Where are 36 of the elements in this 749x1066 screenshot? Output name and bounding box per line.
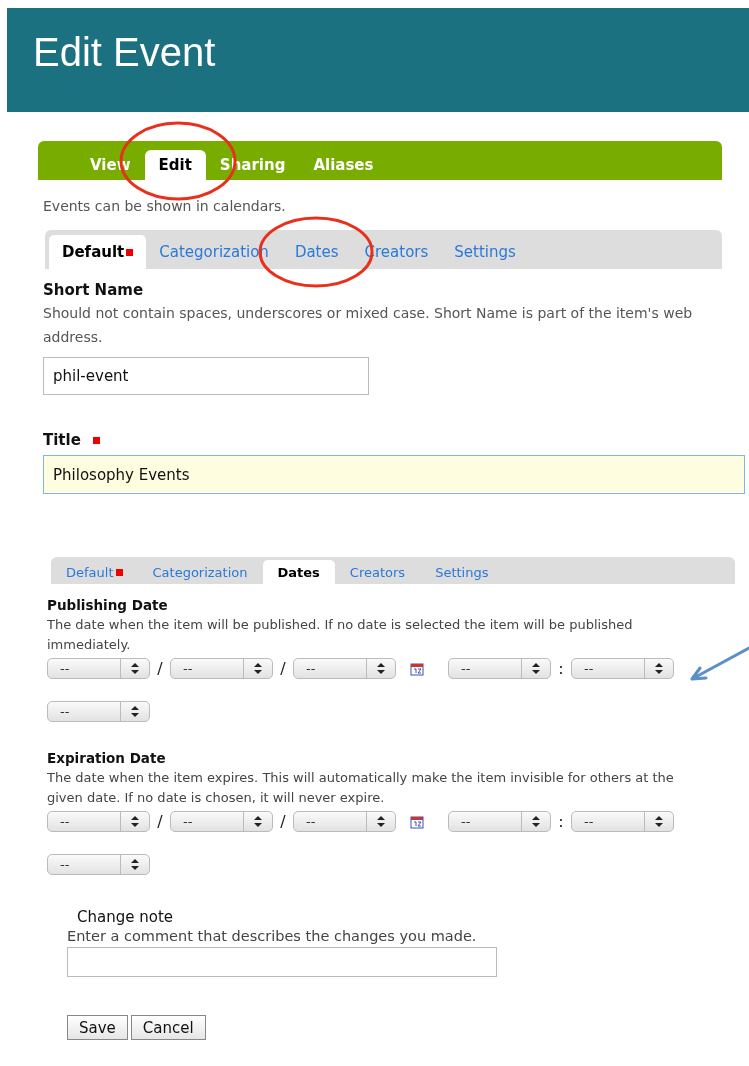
dropdown[interactable]: -- [47,854,150,875]
field-label: Change note [76,908,174,926]
dropdown[interactable]: -- [571,811,674,832]
text-field[interactable]: Philosophy Events [43,455,745,494]
tab[interactable]: Dates [262,560,335,584]
section-label: Expiration Date [47,750,167,766]
field-description: Enter a comment that describes the changes you made. [67,928,478,944]
text-field[interactable]: phil-event [43,357,369,395]
field-label: Short Name [43,281,144,299]
dropdown[interactable]: -- [293,658,396,679]
dropdown[interactable]: -- [170,658,273,679]
tab[interactable]: Edit [144,150,206,180]
dropdown[interactable]: -- [47,701,150,722]
dropdown[interactable]: -- [448,811,551,832]
intro-text: Events can be shown in calendars. [43,198,287,214]
separator: : [557,812,565,831]
dropdown[interactable]: -- [293,811,396,832]
separator: / [279,812,287,831]
separator: / [279,659,287,678]
section-description: The date when the item expires. This will automatically make the item invisible for others at the given date. If no date is chosen, it will never expire. [47,769,675,807]
section-label: Publishing Date [47,597,169,613]
separator: / [156,812,164,831]
dropdown[interactable]: -- [571,658,674,679]
dropdown[interactable]: -- [170,811,273,832]
dropdown[interactable]: -- [47,811,150,832]
field-label: Title [43,431,81,449]
dropdown[interactable]: -- [47,658,150,679]
field-description: Should not contain spaces, underscores or mixed case. Short Name is part of the item's web address. [43,304,694,347]
separator: / [156,659,164,678]
form-button[interactable]: Save [67,1015,128,1040]
section-description: The date when the item will be published. If no date is selected the item will be published immediately. [47,616,634,654]
page-title: Edit Event [33,30,216,75]
form-button[interactable]: Cancel [130,1015,206,1040]
dropdown[interactable]: -- [448,658,551,679]
tab[interactable]: Default [49,235,147,269]
separator: : [557,659,565,678]
